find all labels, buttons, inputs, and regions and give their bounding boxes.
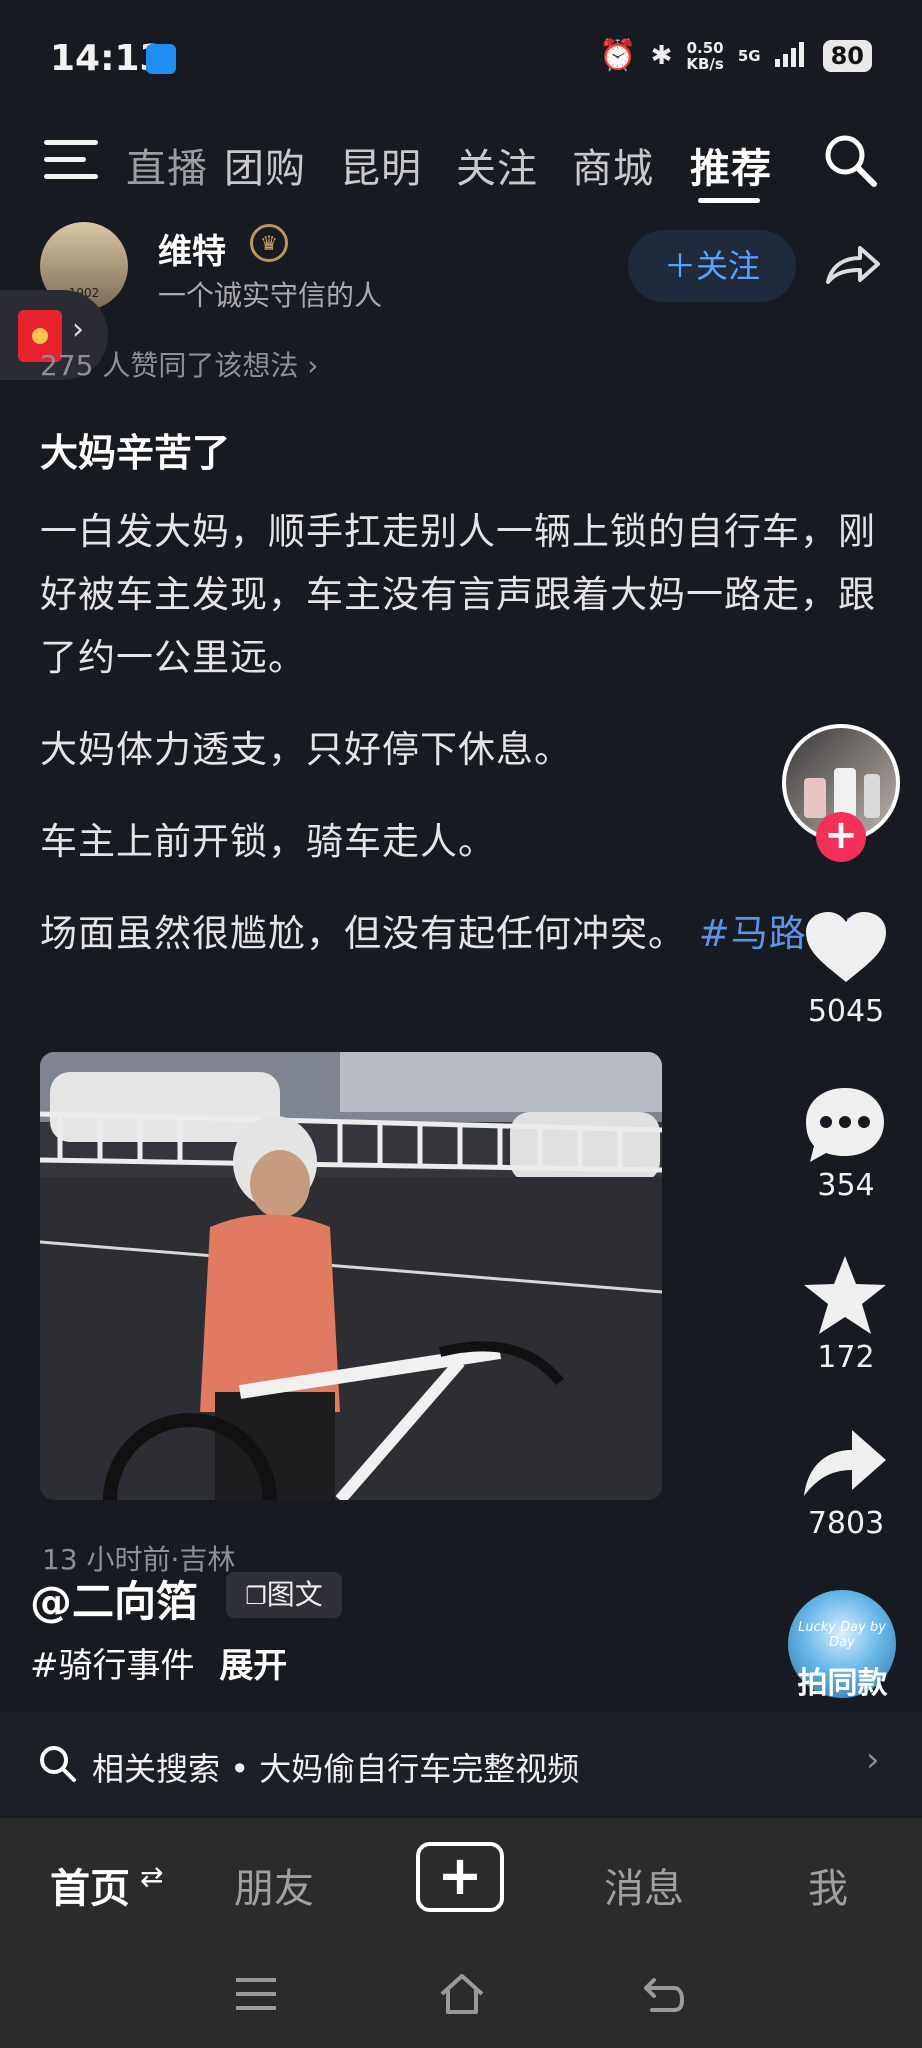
alarm-icon: ⏰ — [599, 38, 637, 73]
share-icon[interactable] — [822, 240, 882, 290]
comment-icon[interactable] — [802, 1084, 888, 1170]
tab-recommend[interactable]: 推荐 — [690, 136, 772, 194]
like-count: 5045 — [807, 994, 885, 1029]
refresh-arrows-icon: ⇄ — [140, 1860, 164, 1893]
post-paragraph: 场面虽然很尴尬，但没有起任何冲突。 #马路故事 — [40, 912, 883, 955]
chevron-right-icon: › — [72, 312, 84, 347]
post-paragraph: 一白发大妈，顺手扛走别人一辆上锁的自行车，刚好被车主发现，车主没有言声跟着大妈一… — [40, 510, 876, 679]
post-paragraph: 大妈体力透支，只好停下休息。 — [40, 728, 572, 771]
share-arrow-icon[interactable] — [800, 1424, 890, 1504]
search-icon — [38, 1744, 78, 1784]
comment-count: 354 — [817, 1168, 875, 1203]
nav-me[interactable]: 我 — [808, 1856, 848, 1914]
tab-mall[interactable]: 商城 — [572, 136, 654, 194]
post-image[interactable] — [40, 1052, 662, 1500]
chevron-right-icon: › — [866, 1740, 880, 1780]
author-name[interactable]: 维特 — [158, 224, 226, 273]
expand-link[interactable]: 展开 — [219, 1646, 287, 1686]
follow-plus-button[interactable]: + — [816, 812, 866, 862]
back-icon[interactable] — [642, 1974, 686, 2018]
favorite-star-icon[interactable] — [802, 1254, 888, 1340]
image-text-icon: ❐ — [245, 1582, 267, 1610]
tab-following[interactable]: 关注 — [456, 136, 538, 194]
tag-link[interactable]: #骑行事件 — [30, 1646, 195, 1686]
menu-icon[interactable] — [44, 140, 98, 180]
related-search-text: 相关搜索 • 大妈偷自行车完整视频 — [92, 1750, 580, 1788]
tab-live[interactable]: 直播 — [126, 136, 208, 194]
battery-indicator: 80 — [822, 39, 872, 72]
create-button[interactable]: + — [416, 1842, 504, 1912]
nav-messages[interactable]: 消息 — [604, 1856, 684, 1914]
author-bio: 一个诚实守信的人 — [158, 279, 383, 312]
recent-apps-icon[interactable] — [236, 1978, 276, 2014]
poster-tags: #骑行事件 展开 — [30, 1638, 287, 1687]
post-paragraph: 车主上前开锁，骑车走人。 — [40, 820, 496, 863]
signal-icon — [774, 41, 809, 71]
active-tab-indicator — [698, 198, 760, 203]
same-style-button[interactable]: 拍同款 — [770, 1658, 915, 1702]
home-icon[interactable] — [438, 1972, 486, 2020]
poster-username[interactable]: @二向箔 — [30, 1568, 198, 1629]
network-type: 5G — [737, 46, 761, 65]
follow-button[interactable]: ＋关注 — [628, 230, 796, 302]
post-title: 大妈辛苦了 — [40, 431, 231, 475]
bluetooth-icon: ✱ — [650, 40, 673, 71]
crown-badge-icon: ♛ — [250, 224, 288, 262]
net-speed: 0.50 KB/s — [686, 38, 724, 73]
tab-kunming[interactable]: 昆明 — [340, 136, 422, 194]
favorite-count: 172 — [817, 1340, 875, 1375]
status-icons: ⏰ ✱ 0.50 KB/s 5G 80 — [599, 38, 872, 73]
agree-count[interactable]: 275 人赞同了该想法 › — [40, 344, 318, 384]
nav-friends[interactable]: 朋友 — [234, 1856, 314, 1914]
share-count: 7803 — [807, 1506, 885, 1541]
tab-group-buy[interactable]: 团购 — [224, 136, 306, 194]
nav-home[interactable]: 首页 — [50, 1856, 130, 1914]
like-icon[interactable] — [804, 910, 888, 990]
app-notification-icon — [146, 44, 176, 74]
content-type-badge: ❐图文 — [226, 1572, 342, 1618]
search-icon[interactable] — [822, 132, 878, 188]
